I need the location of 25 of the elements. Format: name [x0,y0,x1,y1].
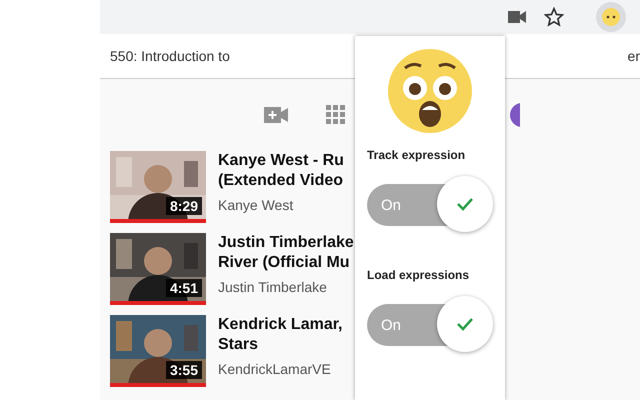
bookmark-link[interactable]: 550: Introduction to [110,48,230,64]
video-camera-icon[interactable] [508,11,526,23]
setting-label: Load expressions [367,268,470,282]
video-title[interactable]: River (Official Mu [218,253,354,273]
channel-name[interactable]: KendrickLamarVE [218,361,342,377]
setting-label: Track expression [367,148,466,162]
check-icon [456,197,474,211]
video-title[interactable]: Stars [218,335,342,355]
channel-name[interactable]: Kanye West [218,197,344,213]
star-icon[interactable] [544,7,564,27]
add-video-icon[interactable] [264,107,288,123]
duration-label: 8:29 [166,197,202,215]
video-title[interactable]: Kanye West - Ru [218,151,344,171]
apps-grid-icon[interactable] [326,105,346,125]
video-title[interactable]: Justin Timberlake [218,233,354,253]
face-icon [602,8,620,26]
video-title[interactable]: (Extended Video [218,171,344,191]
duration-label: 3:55 [166,361,202,379]
bookmark-link[interactable]: er [628,48,640,64]
channel-name[interactable]: Justin Timberlake [218,279,354,295]
video-title[interactable]: Kendrick Lamar, [218,315,342,335]
check-icon [456,317,474,331]
duration-label: 4:51 [166,279,202,297]
surprised-face-icon [387,48,473,134]
avatar-icon[interactable] [510,103,520,127]
